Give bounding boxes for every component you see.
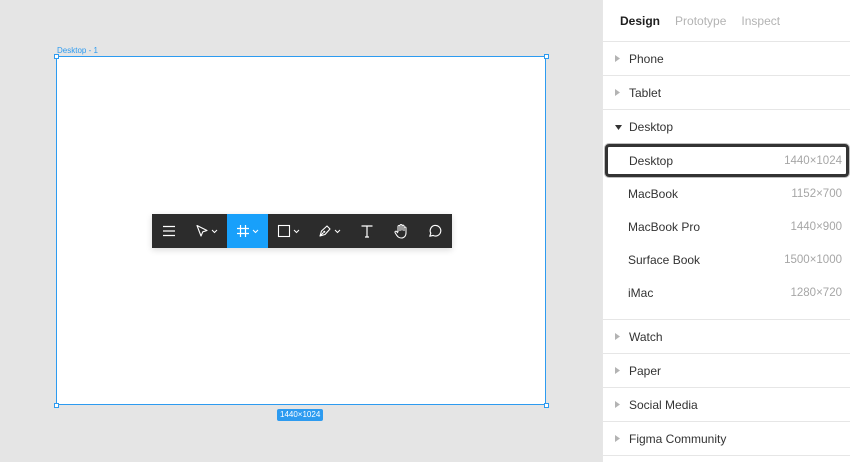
section-watch[interactable]: Watch [603, 320, 850, 354]
preset-macbook[interactable]: MacBook 1152×700 [603, 177, 850, 210]
hand-tool-icon [394, 223, 407, 239]
chevron-down-icon [334, 229, 341, 233]
preset-desktop[interactable]: Desktop 1440×1024 [605, 144, 849, 177]
triangle-right-icon [615, 401, 629, 408]
section-phone[interactable]: Phone [603, 42, 850, 76]
resize-handle-top-left[interactable] [54, 54, 59, 59]
triangle-right-icon [615, 435, 629, 442]
preset-surface-book[interactable]: Surface Book 1500×1000 [603, 243, 850, 276]
pen-tool-button[interactable] [309, 214, 350, 248]
preset-size: 1500×1000 [784, 253, 842, 266]
text-tool-icon [361, 225, 373, 238]
section-label: Paper [629, 363, 662, 378]
section-label: Watch [629, 329, 663, 344]
resize-handle-top-right[interactable] [544, 54, 549, 59]
toolbar [152, 214, 452, 248]
preset-imac[interactable]: iMac 1280×720 [603, 276, 850, 309]
chevron-down-icon [252, 229, 259, 233]
move-tool-icon [196, 224, 208, 237]
preset-size: 1280×720 [790, 286, 843, 299]
preset-macbook-pro[interactable]: MacBook Pro 1440×900 [603, 210, 850, 243]
section-desktop[interactable]: Desktop [603, 110, 850, 144]
rectangle-icon [277, 224, 291, 238]
preset-name: iMac [628, 285, 654, 300]
triangle-down-icon [615, 124, 629, 130]
panel-tabs: Design Prototype Inspect [603, 0, 850, 42]
section-label: Phone [629, 51, 664, 66]
hand-tool-button[interactable] [384, 214, 418, 248]
tab-prototype[interactable]: Prototype [675, 14, 726, 28]
preset-size: 1440×1024 [784, 154, 842, 167]
chevron-down-icon [211, 229, 218, 233]
preset-name: Desktop [629, 153, 674, 168]
frame-tool-button[interactable] [227, 214, 268, 248]
section-label: Social Media [629, 397, 698, 412]
resize-handle-bottom-left[interactable] [54, 403, 59, 408]
section-social-media[interactable]: Social Media [603, 388, 850, 422]
section-figma-community[interactable]: Figma Community [603, 422, 850, 456]
triangle-right-icon [615, 89, 629, 96]
preset-name: MacBook [628, 186, 679, 201]
preset-name: MacBook Pro [628, 219, 701, 234]
chevron-down-icon [293, 229, 300, 233]
resize-handle-bottom-right[interactable] [544, 403, 549, 408]
triangle-right-icon [615, 333, 629, 340]
section-label: Figma Community [629, 431, 727, 446]
preset-size: 1152×700 [791, 187, 842, 200]
tab-design[interactable]: Design [620, 14, 660, 28]
menu-icon [163, 225, 175, 237]
frame-size-badge: 1440×1024 [277, 409, 324, 421]
text-tool-button[interactable] [350, 214, 384, 248]
comment-tool-button[interactable] [418, 214, 452, 248]
frame-label[interactable]: Desktop - 1 [57, 46, 98, 55]
preset-name: Surface Book [628, 252, 701, 267]
triangle-right-icon [615, 367, 629, 374]
pen-tool-icon [319, 225, 331, 237]
preset-size: 1440×900 [790, 220, 843, 233]
right-panel: Design Prototype Inspect Phone Tablet De… [602, 0, 850, 462]
canvas[interactable]: Desktop - 1 1440×1024 [0, 0, 602, 462]
section-label: Tablet [629, 85, 662, 100]
frame-tool-icon [237, 225, 249, 237]
section-paper[interactable]: Paper [603, 354, 850, 388]
triangle-right-icon [615, 55, 629, 62]
move-tool-button[interactable] [186, 214, 227, 248]
section-label: Desktop [629, 120, 674, 134]
comment-tool-icon [429, 224, 442, 237]
main-menu-button[interactable] [152, 214, 186, 248]
shape-tool-button[interactable] [268, 214, 309, 248]
tab-inspect[interactable]: Inspect [741, 14, 780, 28]
section-tablet[interactable]: Tablet [603, 76, 850, 110]
desktop-presets-list: Desktop 1440×1024 MacBook 1152×700 MacBo… [603, 144, 850, 320]
